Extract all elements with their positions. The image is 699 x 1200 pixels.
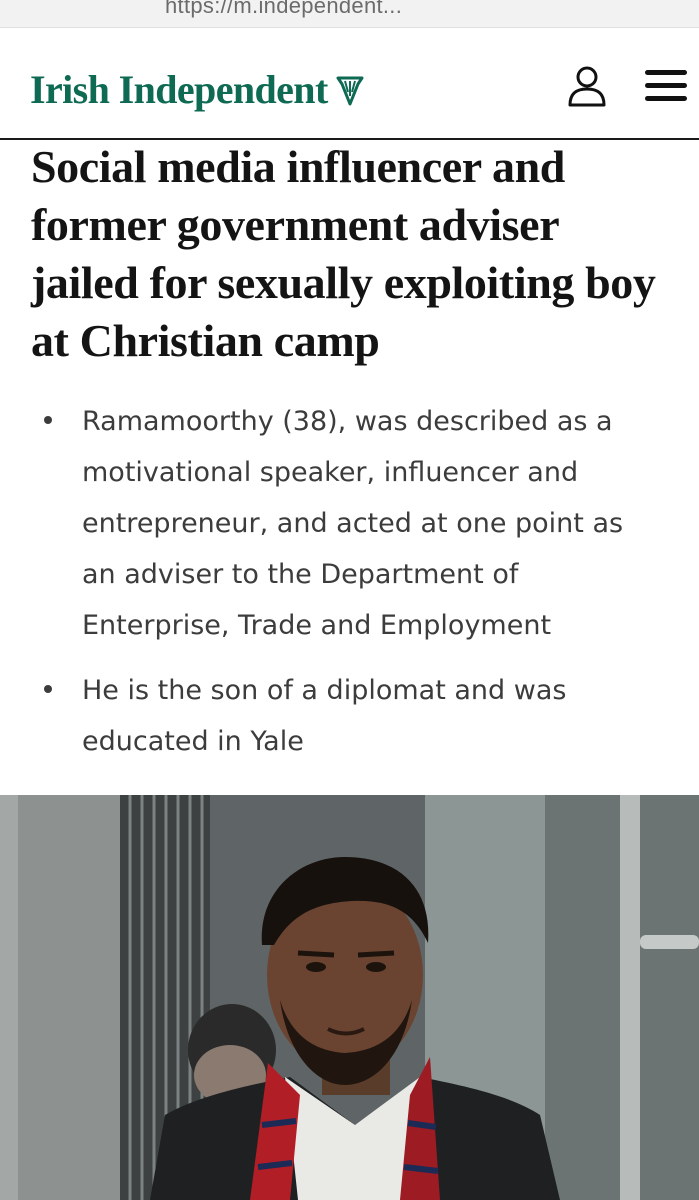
summary-bullet-text: Ramamoorthy (38), was described as a mot… [82,406,624,641]
hamburger-menu-icon[interactable] [644,68,688,104]
url-text[interactable]: https://m.independent... [165,0,402,19]
brand-name[interactable]: Irish Independent [30,66,328,113]
harp-icon [336,76,364,105]
masthead: Irish Independent [0,28,699,140]
photo-illustration [0,795,699,1200]
bullet-dot [44,685,52,693]
article-headline: Social media influencer and former gover… [31,141,656,366]
summary-bullet-text: He is the son of a diplomat and was educ… [82,675,567,757]
article-summary-list: Ramamoorthy (38), was described as a mot… [0,396,699,781]
article-photo[interactable] [0,795,699,1200]
browser-url-bar[interactable]: https://m.independent... [0,0,699,28]
summary-bullet: Ramamoorthy (38), was described as a mot… [0,396,699,651]
summary-bullet: He is the son of a diplomat and was educ… [0,665,699,767]
user-icon[interactable] [565,64,609,108]
site-logo[interactable]: Irish Independent [30,66,364,113]
bullet-dot [44,416,52,424]
